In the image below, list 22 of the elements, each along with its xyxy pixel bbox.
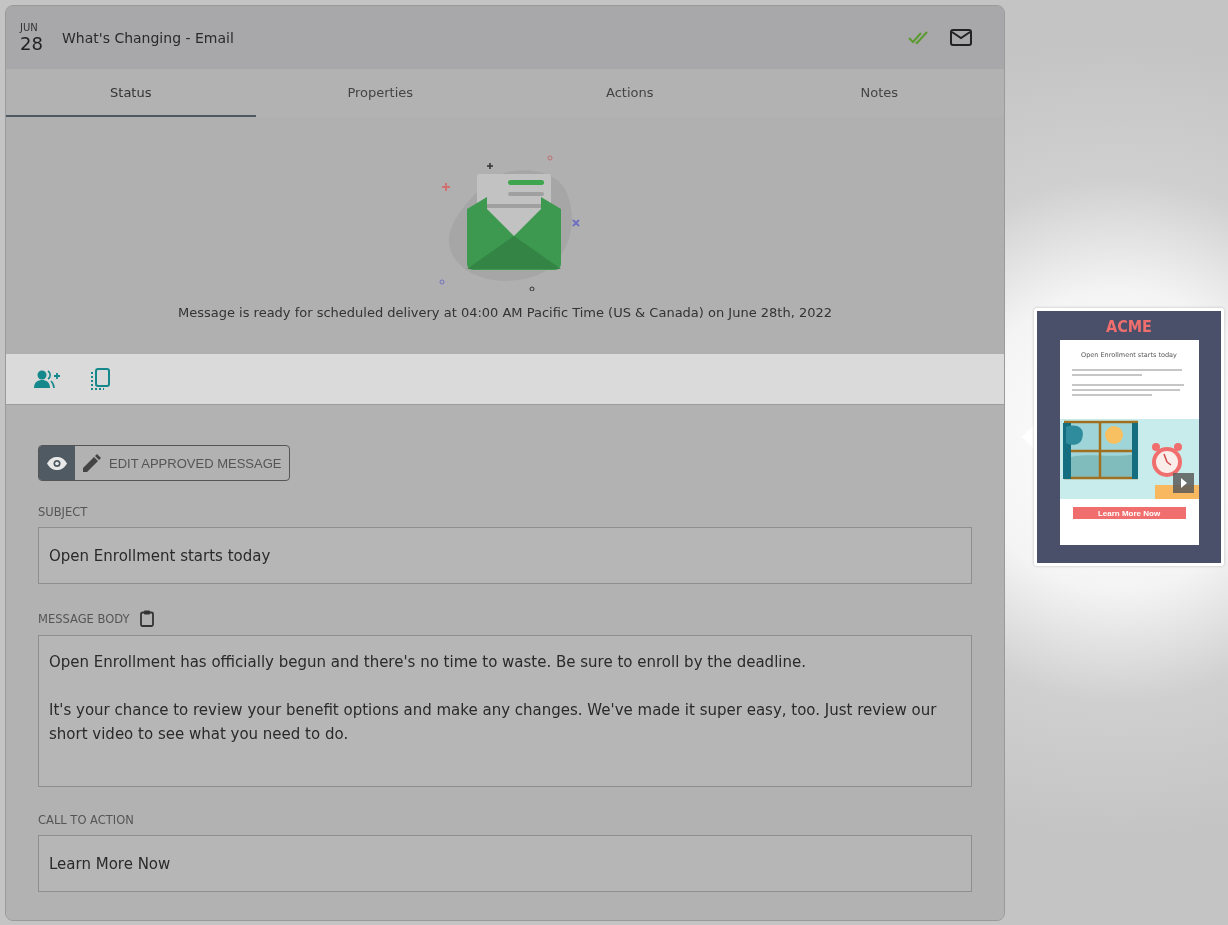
field-label: CALL TO ACTION <box>38 813 134 827</box>
edit-approved-message-button[interactable]: EDIT APPROVED MESSAGE <box>38 445 291 481</box>
date-month: JUN <box>20 21 39 33</box>
pencil-icon <box>83 454 101 472</box>
tab[interactable]: Properties <box>255 69 505 117</box>
status-message: Message is ready for scheduled delivery at 04:00 AM Pacific Time (US & Canada) on June 28th, 2022 <box>177 305 833 320</box>
tab[interactable]: Notes <box>754 69 1004 117</box>
tab[interactable]: Actions <box>505 69 755 117</box>
window-title: What's Changing - Email <box>62 29 235 46</box>
field-label: MESSAGE BODY <box>38 611 130 626</box>
add-user-icon[interactable] <box>34 370 60 388</box>
text-field[interactable]: Open Enrollment starts today <box>38 527 972 584</box>
brand-logo: ACME <box>1106 317 1152 336</box>
clipboard-icon[interactable] <box>139 610 154 627</box>
preview-cta-button: Learn More Now <box>1072 507 1186 519</box>
text-field[interactable]: Learn More Now <box>38 835 972 892</box>
eye-icon[interactable] <box>47 456 67 470</box>
message-body-field[interactable]: Open Enrollment has officially begun and there's no time to waste. Be sure to enroll by the deadline. It's your chance to review your benefit options and make any changes. We've made it super easy, too. Just review our short video to see what you need to do. <box>38 635 972 787</box>
date-day: 28 <box>20 32 62 54</box>
envelope-icon[interactable] <box>950 29 972 46</box>
copy-device-icon[interactable] <box>90 368 110 390</box>
field-label: SUBJECT <box>38 505 88 519</box>
